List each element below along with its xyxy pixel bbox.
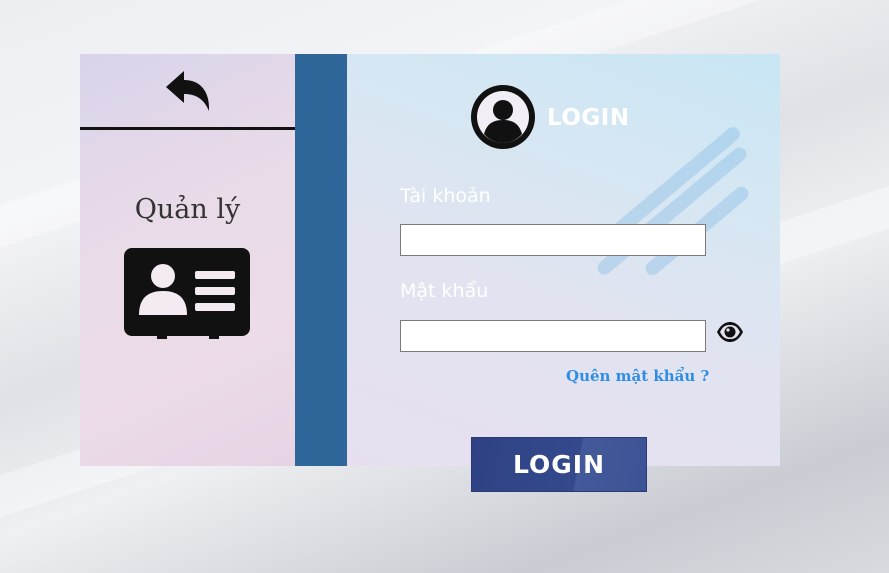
- eye-icon[interactable]: [716, 320, 744, 344]
- back-arrow-icon[interactable]: [160, 66, 216, 116]
- brush-stroke: [611, 124, 743, 238]
- forgot-password-link[interactable]: Quên mật khẩu ?: [566, 367, 709, 385]
- username-label: Tài khoản: [400, 185, 491, 207]
- password-input[interactable]: [400, 320, 706, 352]
- left-panel: Quản lý: [80, 54, 295, 466]
- password-label: Mật khẩu: [400, 280, 489, 302]
- manage-label: Quản lý: [134, 194, 241, 225]
- login-button[interactable]: LOGIN: [471, 437, 647, 492]
- username-input[interactable]: [400, 224, 706, 256]
- divider-stripe: [295, 54, 347, 466]
- left-divider: [80, 127, 295, 130]
- id-card-icon[interactable]: [123, 247, 251, 339]
- login-panel: LOGIN Tài khoản Mật khẩu Quên mật khẩu ?: [347, 54, 780, 466]
- login-card: Quản lý LOGIN Tài khoản Mật khẩu Quên mậ…: [80, 54, 780, 466]
- login-title: LOGIN: [547, 105, 630, 131]
- user-circle-icon: [470, 84, 536, 150]
